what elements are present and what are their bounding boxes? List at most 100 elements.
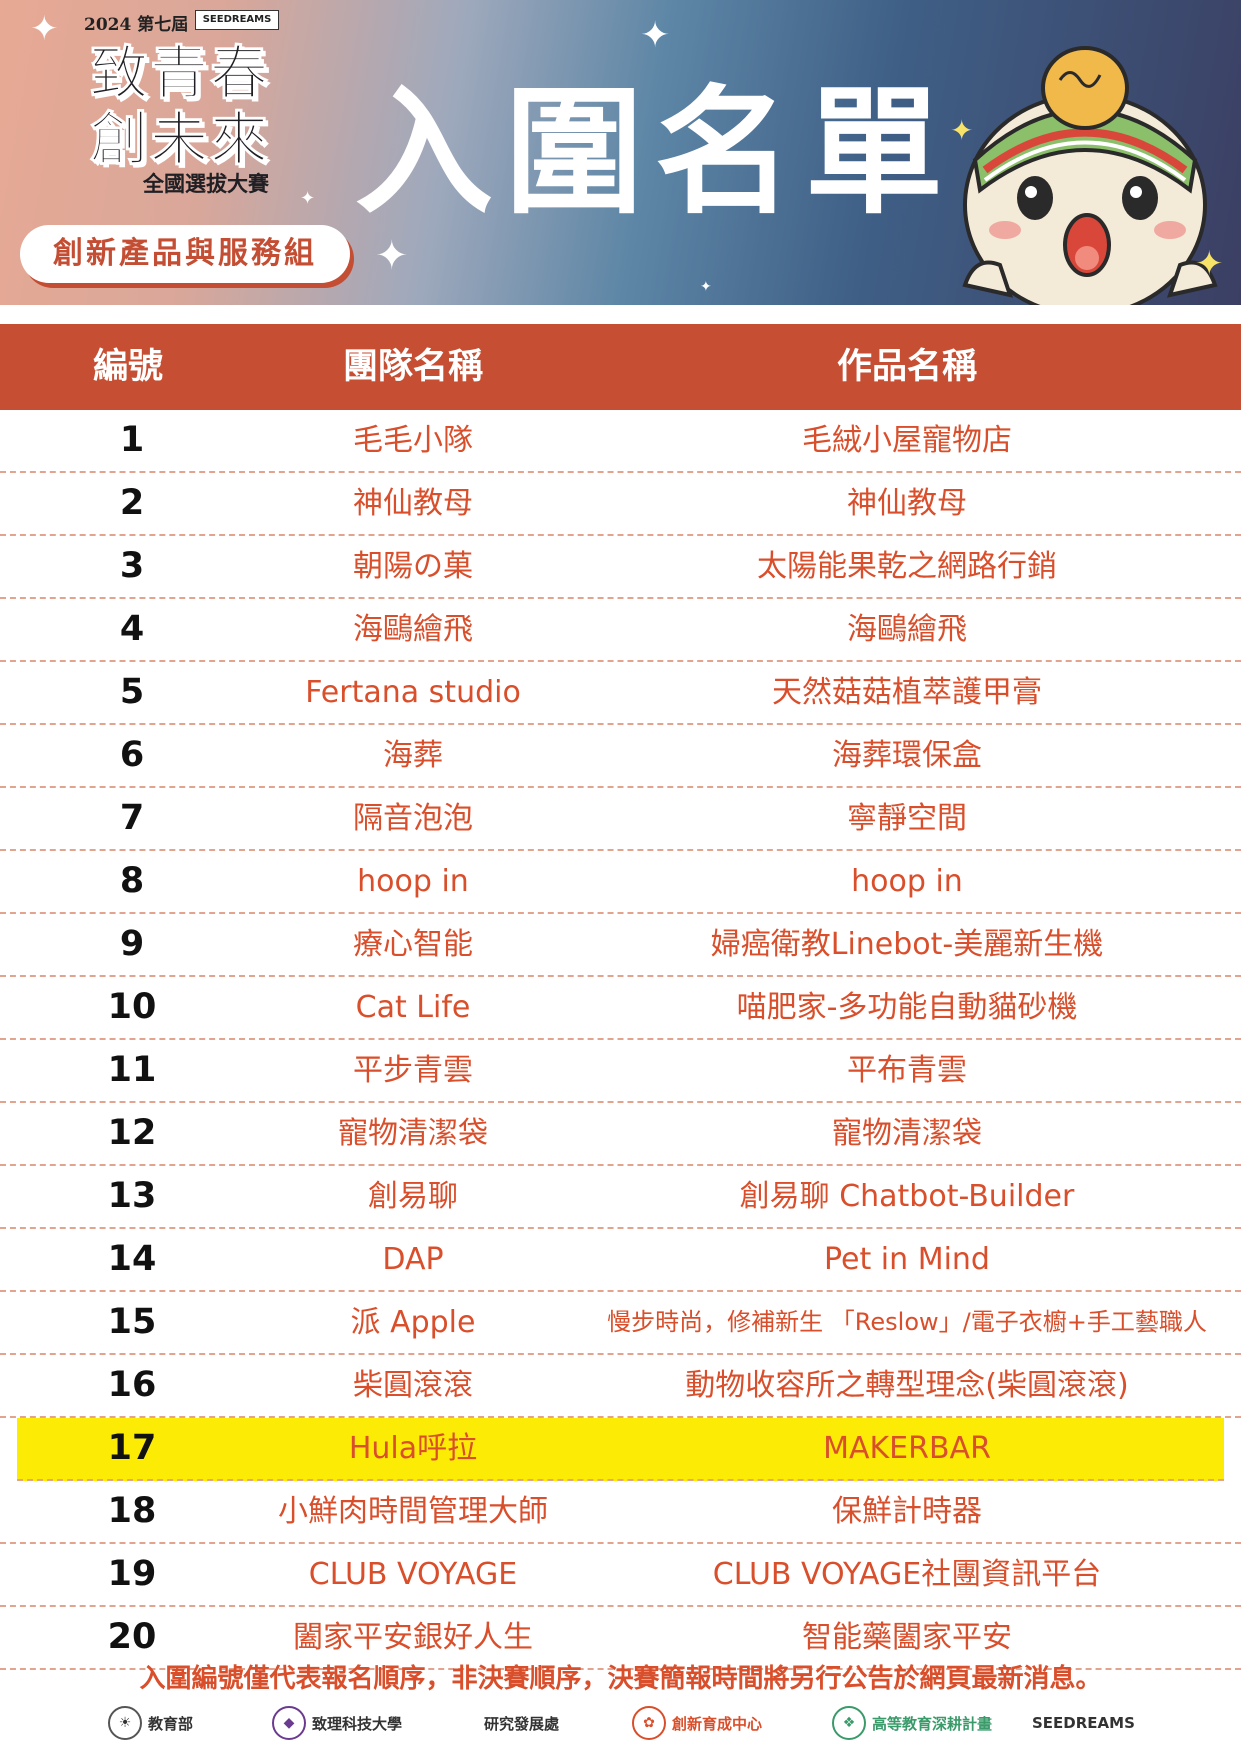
row-number: 1	[119, 420, 145, 460]
row-number: 2	[119, 483, 145, 523]
work-name: 海葬環保盒	[832, 738, 982, 773]
group-badge: 創新產品與服務組	[20, 225, 350, 283]
row-number: 12	[107, 1113, 157, 1153]
team-name: 隔音泡泡	[353, 801, 473, 836]
row-number: 15	[107, 1302, 157, 1342]
team-name: 平步青雲	[353, 1053, 473, 1088]
row-number: 4	[119, 609, 145, 649]
sponsor-label: 創新育成中心	[672, 1714, 763, 1733]
table-row: 10 Cat Life 喵肥家-多功能自動貓砂機	[0, 977, 1241, 1040]
row-number: 18	[107, 1491, 157, 1531]
work-name: 保鮮計時器	[832, 1494, 982, 1529]
team-name: Hula呼拉	[348, 1431, 478, 1466]
table-row: 13 創易聊 創易聊 Chatbot-Builder	[0, 1166, 1241, 1229]
header-work: 作品名稱	[836, 347, 978, 387]
edition-label: 2024 第七屆	[84, 15, 189, 35]
team-name: Fertana studio	[305, 675, 521, 710]
header-number: 編號	[92, 347, 164, 387]
svg-text:✦: ✦	[1195, 244, 1224, 284]
team-name: 療心智能	[353, 927, 473, 962]
row-number: 5	[119, 672, 145, 712]
table-row: 2 神仙教母 神仙教母	[0, 473, 1241, 536]
sponsor-logos: ☀ 教育部 ◆ 致理科技大學 研究發展處 ✿ 創新育成中心 ❖ 高等教育深耕計畫…	[0, 1700, 1241, 1750]
sparkle-icon: ✦	[640, 15, 671, 56]
event-title-line2: 創未來	[89, 105, 271, 173]
work-name: 創易聊 Chatbot-Builder	[739, 1179, 1075, 1214]
event-subtitle: 全國選拔大賽	[143, 172, 269, 196]
sparkle-icon: ✦	[30, 9, 59, 49]
table-row: 3 朝陽の菓 太陽能果乾之網路行銷	[0, 536, 1241, 599]
team-name: 派 Apple	[350, 1305, 476, 1340]
row-number: 10	[107, 987, 157, 1027]
work-name: 動物收容所之轉型理念(柴圓滾滾)	[685, 1368, 1129, 1403]
table-row-highlighted: 17 Hula呼拉 MAKERBAR	[17, 1418, 1224, 1481]
sponsor-label: 研究發展處	[484, 1714, 560, 1733]
header-banner: ✦ ✦ ✦ ✦ ✦ 2024 第七屆 SEEDREAMS 致青春 創未來 全國選…	[0, 0, 1241, 305]
team-name: 朝陽の菓	[353, 549, 473, 584]
team-name: 寵物清潔袋	[338, 1116, 488, 1151]
table-row: 19 CLUB VOYAGE CLUB VOYAGE社團資訊平台	[0, 1544, 1241, 1607]
team-name: 小鮮肉時間管理大師	[278, 1494, 548, 1529]
row-number: 17	[107, 1428, 157, 1468]
work-name: CLUB VOYAGE社團資訊平台	[712, 1557, 1102, 1592]
svg-text:✦: ✦	[950, 114, 973, 147]
header-team: 團隊名稱	[342, 347, 484, 387]
sprout-logo-icon: ❖	[832, 1706, 866, 1740]
row-number: 7	[119, 798, 145, 838]
work-name: 太陽能果乾之網路行銷	[757, 549, 1057, 584]
row-number: 13	[107, 1176, 157, 1216]
sponsor-incubation: ✿ 創新育成中心	[632, 1700, 762, 1746]
work-name: 喵肥家-多功能自動貓砂機	[736, 990, 1078, 1025]
moe-logo-icon: ☀	[108, 1706, 142, 1740]
table-row: 7 隔音泡泡 寧靜空間	[0, 788, 1241, 851]
team-name: 海葬	[383, 738, 443, 773]
row-number: 6	[119, 735, 145, 775]
sponsor-label: 教育部	[148, 1714, 194, 1733]
table-row: 15 派 Apple 慢步時尚，修補新生 「Reslow」/電子衣櫥+手工藝職人	[0, 1292, 1241, 1355]
table-row: 8 hoop in hoop in	[0, 851, 1241, 914]
table-row: 1 毛毛小隊 毛絨小屋寵物店	[0, 410, 1241, 473]
team-name: 海鷗繪飛	[353, 612, 473, 647]
work-name: Pet in Mind	[824, 1242, 990, 1277]
table-row: 14 DAP Pet in Mind	[0, 1229, 1241, 1292]
row-number: 19	[107, 1554, 157, 1594]
table-row: 5 Fertana studio 天然菇菇植萃護甲膏	[0, 662, 1241, 725]
table-row: 6 海葬 海葬環保盒	[0, 725, 1241, 788]
sponsor-moe: ☀ 教育部	[108, 1700, 193, 1746]
row-number: 16	[107, 1365, 157, 1405]
sponsor-label: 高等教育深耕計畫	[872, 1714, 993, 1733]
incubation-logo-icon: ✿	[632, 1706, 666, 1740]
work-name: 寧靜空間	[847, 801, 967, 836]
team-name: Cat Life	[355, 990, 471, 1025]
table-row: 11 平步青雲 平布青雲	[0, 1040, 1241, 1103]
sponsor-label: SEEDREAMS	[1032, 1714, 1135, 1732]
sponsor-sprout-project: ❖ 高等教育深耕計畫	[832, 1700, 992, 1746]
sparkle-icon: ✦	[300, 188, 316, 209]
sponsor-seedreams: SEEDREAMS	[1032, 1700, 1135, 1746]
table-row: 4 海鷗繪飛 海鷗繪飛	[0, 599, 1241, 662]
work-name: 慢步時尚，修補新生 「Reslow」/電子衣櫥+手工藝職人	[607, 1308, 1207, 1336]
sponsor-rd-office: 研究發展處	[484, 1700, 559, 1746]
event-title: 致青春 創未來	[89, 39, 271, 173]
work-name: 寵物清潔袋	[832, 1116, 982, 1151]
event-title-line1: 致青春	[89, 39, 271, 107]
work-name: 平布青雲	[847, 1053, 967, 1088]
row-number: 14	[107, 1239, 157, 1279]
work-name: 神仙教母	[847, 486, 967, 521]
row-number: 3	[119, 546, 145, 586]
mascot-illustration: ✦ ✦	[950, 46, 1224, 305]
team-name: 創易聊	[368, 1179, 458, 1214]
sparkle-icon: ✦	[700, 279, 712, 295]
university-logo-icon: ◆	[272, 1706, 306, 1740]
table-row: 18 小鮮肉時間管理大師 保鮮計時器	[0, 1481, 1241, 1544]
team-name: DAP	[382, 1242, 444, 1277]
work-name: 天然菇菇植萃護甲膏	[772, 675, 1042, 710]
row-number: 9	[119, 924, 145, 964]
page-title: 入圍名單	[355, 72, 956, 233]
work-name: MAKERBAR	[823, 1431, 991, 1466]
row-number: 8	[119, 861, 145, 901]
row-number: 11	[107, 1050, 157, 1090]
work-name: 海鷗繪飛	[847, 612, 967, 647]
work-name: hoop in	[851, 864, 963, 899]
seedreams-logo: SEEDREAMS	[195, 10, 279, 30]
